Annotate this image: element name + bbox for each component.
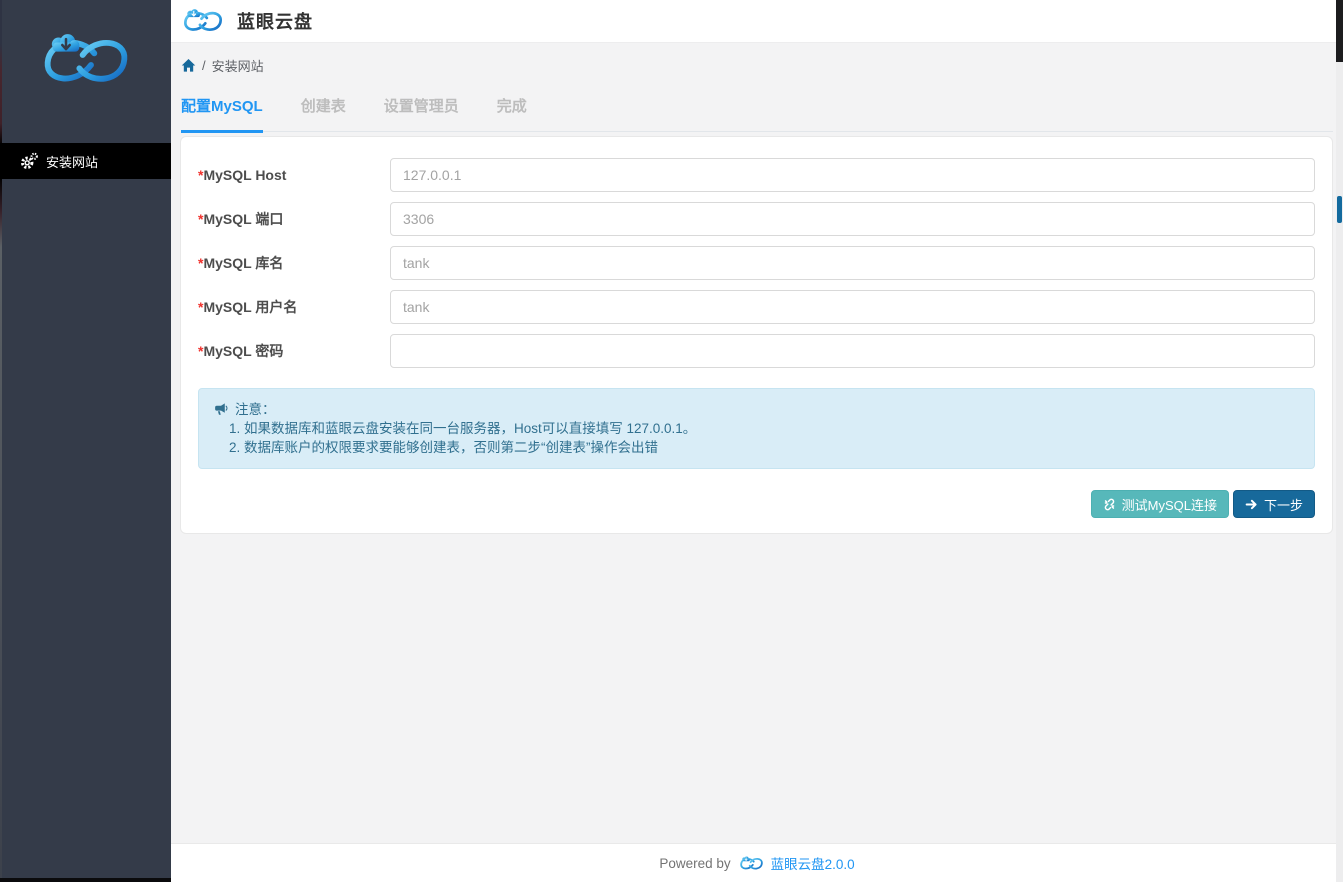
- mysql-host-label: *MySQL Host: [198, 167, 390, 183]
- mysql-port-label: *MySQL 端口: [198, 209, 390, 229]
- notice-item: 数据库账户的权限要求要能够创建表，否则第二步“创建表”操作会出错: [244, 438, 1299, 457]
- mysql-host-input[interactable]: [390, 158, 1315, 192]
- tab-create-tables[interactable]: 创建表: [301, 92, 346, 131]
- form-row-mysql-port: *MySQL 端口: [198, 202, 1315, 236]
- next-button-label: 下一步: [1264, 495, 1303, 514]
- mysql-dbname-input[interactable]: [390, 246, 1315, 280]
- mysql-password-label: *MySQL 密码: [198, 341, 390, 361]
- wizard-tabs: 配置MySQL 创建表 设置管理员 完成: [181, 92, 1333, 132]
- notice-title-row: 注意：: [214, 400, 1299, 419]
- test-mysql-connection-button[interactable]: 测试MySQL连接: [1091, 490, 1229, 518]
- scrollbar-top-segment: [1336, 0, 1343, 62]
- bullhorn-icon: [214, 402, 229, 417]
- sidebar-bottom-strip: [0, 878, 171, 882]
- cogs-icon: [20, 152, 38, 170]
- app-logo: [36, 33, 136, 87]
- header: 蓝眼云盘: [171, 0, 1343, 43]
- mysql-username-input[interactable]: [390, 290, 1315, 324]
- actions-row: 测试MySQL连接 下一步: [198, 490, 1315, 518]
- sidebar-item-install-site[interactable]: 安装网站: [0, 143, 171, 179]
- form-row-mysql-host: *MySQL Host: [198, 158, 1315, 192]
- breadcrumb: / 安装网站: [181, 56, 264, 74]
- page-title: 蓝眼云盘: [237, 8, 313, 34]
- powered-by-text: Powered by: [659, 856, 730, 871]
- mysql-password-input[interactable]: [390, 334, 1315, 368]
- app-logo-small: [180, 8, 226, 34]
- mysql-port-input[interactable]: [390, 202, 1315, 236]
- chain-broken-icon: [1103, 498, 1116, 511]
- app-logo-footer: [738, 856, 765, 871]
- home-icon[interactable]: [181, 58, 196, 73]
- notice-list: 如果数据库和蓝眼云盘安装在同一台服务器，Host可以直接填写 127.0.0.1…: [214, 419, 1299, 457]
- tab-configure-mysql[interactable]: 配置MySQL: [181, 92, 263, 131]
- form-row-mysql-dbname: *MySQL 库名: [198, 246, 1315, 280]
- scrollbar-track[interactable]: [1336, 0, 1343, 882]
- mysql-config-panel: *MySQL Host *MySQL 端口 *MySQL 库名 *MySQL 用…: [180, 136, 1333, 534]
- scrollbar-thumb[interactable]: [1337, 196, 1342, 223]
- tab-set-admin[interactable]: 设置管理员: [384, 92, 459, 131]
- breadcrumb-current: 安装网站: [212, 56, 264, 75]
- version-link[interactable]: 蓝眼云盘2.0.0: [771, 853, 855, 873]
- sidebar: 安装网站: [0, 0, 171, 882]
- test-button-label: 测试MySQL连接: [1122, 495, 1217, 514]
- form-row-mysql-username: *MySQL 用户名: [198, 290, 1315, 324]
- footer: Powered by 蓝眼云盘2.0.0: [171, 843, 1343, 882]
- notice-title: 注意：: [235, 400, 276, 419]
- arrow-right-icon: [1245, 498, 1258, 511]
- mysql-dbname-label: *MySQL 库名: [198, 253, 390, 273]
- mysql-username-label: *MySQL 用户名: [198, 297, 390, 317]
- notice-alert: 注意： 如果数据库和蓝眼云盘安装在同一台服务器，Host可以直接填写 127.0…: [198, 388, 1315, 469]
- sidebar-item-label: 安装网站: [46, 152, 98, 171]
- tab-finish[interactable]: 完成: [497, 92, 527, 131]
- notice-item: 如果数据库和蓝眼云盘安装在同一台服务器，Host可以直接填写 127.0.0.1…: [244, 419, 1299, 438]
- breadcrumb-separator: /: [202, 58, 206, 73]
- next-step-button[interactable]: 下一步: [1233, 490, 1315, 518]
- form-row-mysql-password: *MySQL 密码: [198, 334, 1315, 368]
- background-image-edge: [0, 0, 2, 882]
- main-area: 蓝眼云盘 / 安装网站 配置MySQL 创建表 设置管理员 完成 *MySQL …: [171, 0, 1343, 882]
